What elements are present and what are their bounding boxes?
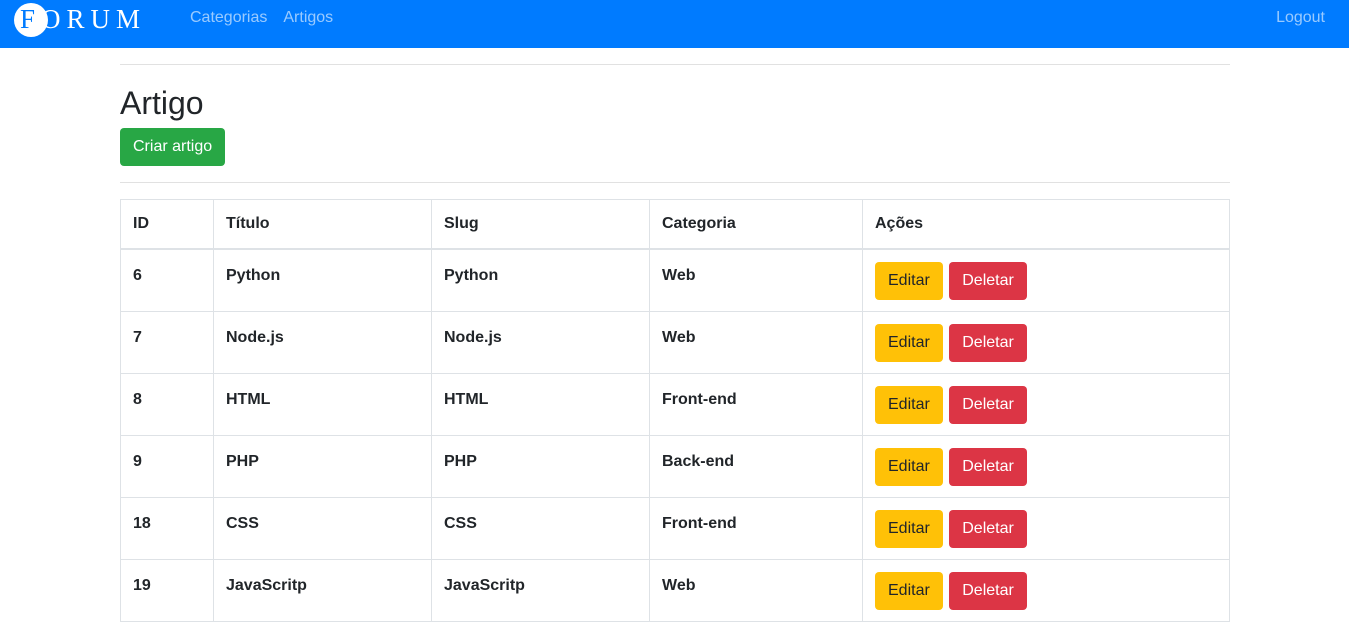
- page-title: Artigo: [120, 85, 204, 121]
- create-article-button[interactable]: Criar artigo: [120, 128, 226, 166]
- table-header-row: ID Título Slug Categoria Ações: [120, 199, 1230, 250]
- cell-actions: Editar Deletar: [862, 310, 1230, 374]
- table-row: 7 Node.js Node.js Web Editar Deletar: [120, 310, 1230, 374]
- edit-button[interactable]: Editar: [875, 509, 943, 548]
- nav-links: Categorias Artigos: [190, 0, 333, 36]
- delete-button[interactable]: Deletar: [949, 262, 1027, 300]
- cell-id: 6: [120, 248, 214, 312]
- cell-id: 8: [120, 372, 214, 436]
- cell-actions: Editar Deletar: [862, 372, 1230, 436]
- table-row: 6 Python Python Web Editar Deletar: [120, 248, 1230, 312]
- divider: [120, 182, 1230, 183]
- brand-logo[interactable]: FORUM: [14, 0, 146, 42]
- cell-titulo: HTML: [213, 372, 432, 436]
- table-row: 8 HTML HTML Front-end Editar Deletar: [120, 372, 1230, 436]
- delete-button[interactable]: Deletar: [949, 323, 1027, 362]
- table-row: 18 CSS CSS Front-end Editar Deletar: [120, 496, 1230, 560]
- brand-text: FORUM: [20, 4, 147, 34]
- column-header-categoria: Categoria: [649, 199, 863, 250]
- delete-button[interactable]: Deletar: [949, 571, 1027, 610]
- cell-titulo: JavaScritp: [213, 558, 432, 622]
- cell-id: 19: [120, 558, 214, 622]
- cell-titulo: Node.js: [213, 310, 432, 374]
- cell-actions: Editar Deletar: [862, 248, 1230, 312]
- cell-slug: HTML: [431, 372, 650, 436]
- cell-titulo: CSS: [213, 496, 432, 560]
- cell-categoria: Web: [649, 248, 863, 312]
- cell-titulo: PHP: [213, 434, 432, 498]
- column-header-acoes: Ações: [862, 199, 1230, 250]
- nav-link-artigos[interactable]: Artigos: [283, 9, 333, 27]
- column-header-titulo: Título: [213, 199, 432, 250]
- cell-slug: PHP: [431, 434, 650, 498]
- nav-link-categorias[interactable]: Categorias: [190, 9, 267, 27]
- cell-categoria: Back-end: [649, 434, 863, 498]
- cell-actions: Editar Deletar: [862, 558, 1230, 622]
- edit-button[interactable]: Editar: [875, 447, 943, 486]
- cell-slug: JavaScritp: [431, 558, 650, 622]
- main-container: Artigo Criar artigo ID Título Slug Categ…: [120, 48, 1230, 622]
- edit-button[interactable]: Editar: [875, 262, 943, 300]
- cell-id: 7: [120, 310, 214, 374]
- delete-button[interactable]: Deletar: [949, 385, 1027, 424]
- edit-button[interactable]: Editar: [875, 323, 943, 362]
- cell-titulo: Python: [213, 248, 432, 312]
- cell-actions: Editar Deletar: [862, 434, 1230, 498]
- cell-actions: Editar Deletar: [862, 496, 1230, 560]
- articles-table: ID Título Slug Categoria Ações 6 Python …: [120, 199, 1230, 622]
- edit-button[interactable]: Editar: [875, 571, 943, 610]
- cell-categoria: Front-end: [649, 496, 863, 560]
- delete-button[interactable]: Deletar: [949, 509, 1027, 548]
- navbar: FORUM Categorias Artigos Logout: [0, 0, 1349, 48]
- cell-slug: CSS: [431, 496, 650, 560]
- cell-categoria: Front-end: [649, 372, 863, 436]
- cell-categoria: Web: [649, 558, 863, 622]
- cell-categoria: Web: [649, 310, 863, 374]
- column-header-slug: Slug: [431, 199, 650, 250]
- cell-slug: Node.js: [431, 310, 650, 374]
- cell-id: 9: [120, 434, 214, 498]
- edit-button[interactable]: Editar: [875, 385, 943, 424]
- cell-id: 18: [120, 496, 214, 560]
- table-row: 9 PHP PHP Back-end Editar Deletar: [120, 434, 1230, 498]
- logout-link[interactable]: Logout: [1276, 0, 1325, 36]
- cell-slug: Python: [431, 248, 650, 312]
- delete-button[interactable]: Deletar: [949, 447, 1027, 486]
- column-header-id: ID: [120, 199, 214, 250]
- table-row: 19 JavaScritp JavaScritp Web Editar Dele…: [120, 558, 1230, 622]
- divider: [120, 64, 1230, 65]
